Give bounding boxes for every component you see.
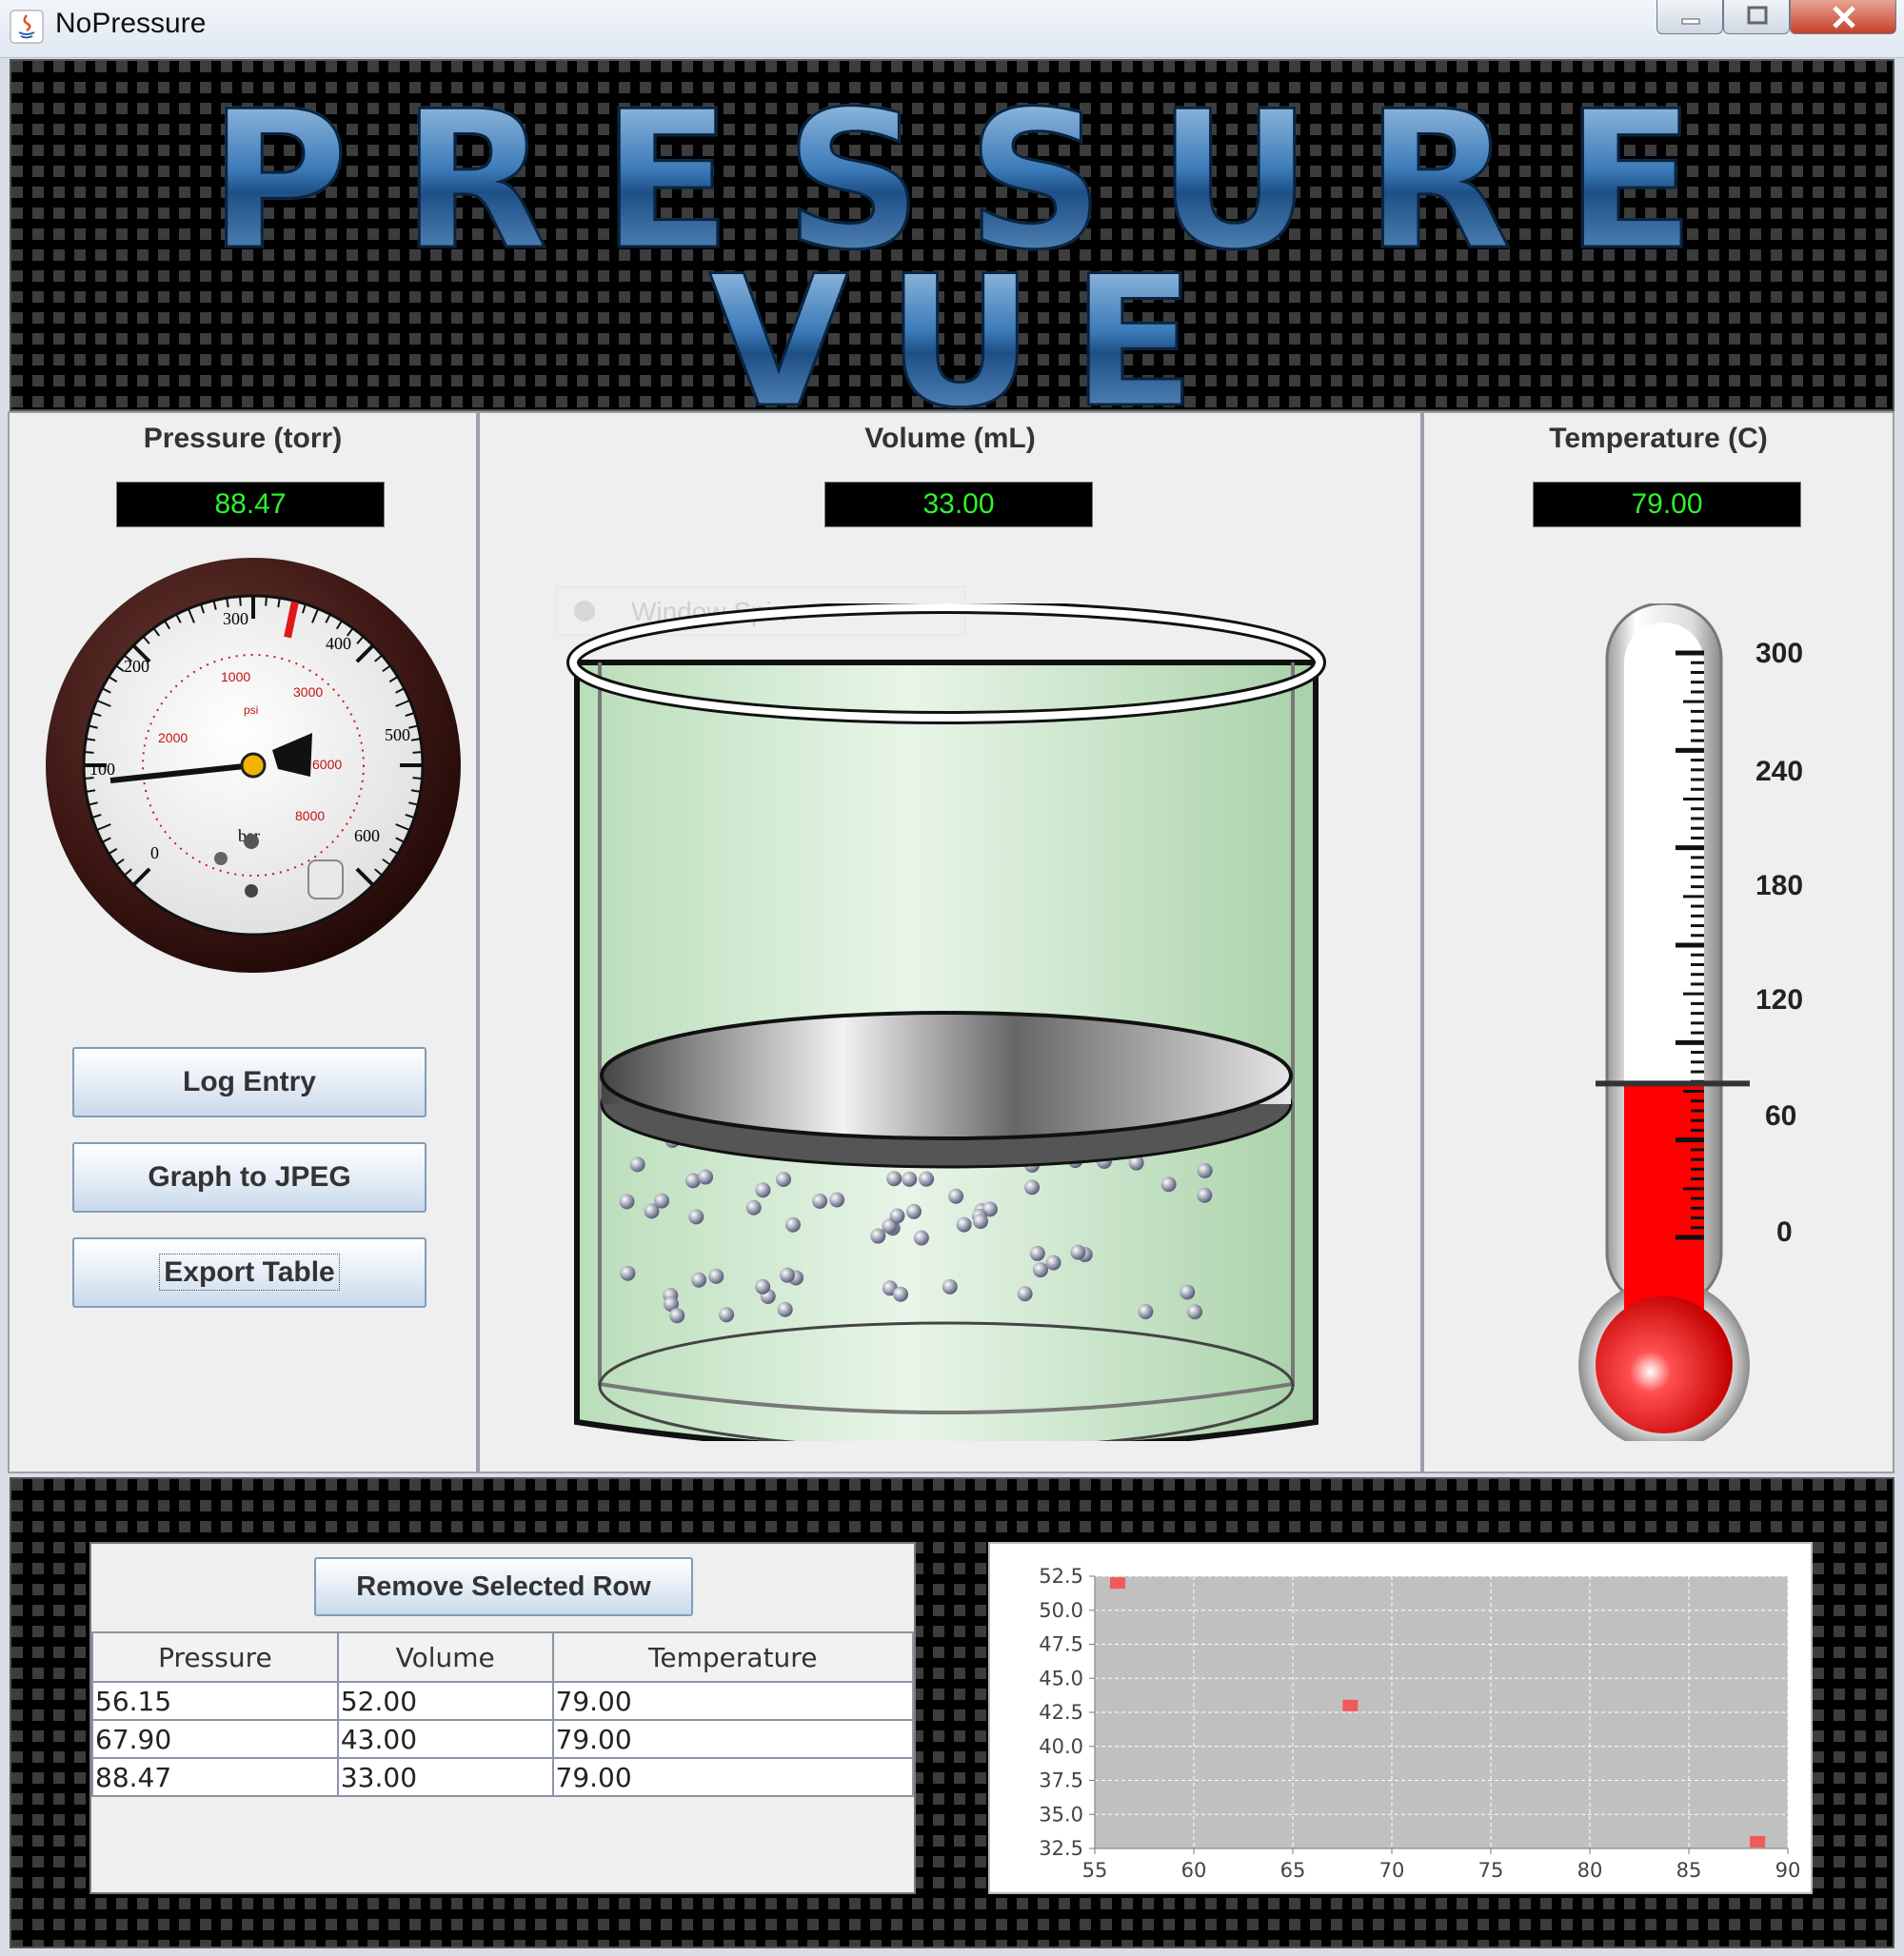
maximize-button[interactable] [1723, 0, 1790, 34]
volume-label: Volume (mL) [864, 423, 1036, 454]
header-banner: PRESSURE VUE [10, 59, 1894, 449]
data-point [1750, 1835, 1766, 1847]
x-tick-label: 85 [1676, 1859, 1702, 1882]
gauge-label-100: 100 [89, 760, 115, 779]
thermo-label-120: 120 [1755, 984, 1803, 1016]
thermo-label-60: 60 [1765, 1100, 1796, 1132]
gauge-label-500: 500 [385, 725, 410, 744]
x-tick-label: 75 [1478, 1859, 1504, 1882]
gauge-inner-1000: 1000 [221, 669, 250, 684]
thermometer-icon: 300 240 180 120 60 0 [1578, 603, 1803, 1441]
maximize-icon [1747, 6, 1768, 25]
pressure-panel: Pressure (torr) 88.47 0 100 200 300 400 … [8, 411, 478, 1473]
gauge-label-200: 200 [124, 657, 149, 676]
table-cell[interactable]: 79.00 [551, 1681, 914, 1721]
y-tick-label: 50.0 [1039, 1599, 1083, 1622]
table-row[interactable]: 67.90 43.00 79.00 [91, 1719, 914, 1759]
temperature-readout: 79.00 [1533, 482, 1801, 527]
gas-cylinder-icon [566, 603, 1326, 1441]
gauge-inner-3000: 3000 [293, 684, 323, 700]
x-tick-label: 60 [1181, 1859, 1207, 1882]
x-tick-label: 80 [1577, 1859, 1603, 1882]
gauge-inner-8000: 8000 [295, 808, 325, 823]
data-point [1109, 1577, 1125, 1590]
x-tick-label: 65 [1280, 1859, 1306, 1882]
gauge-inner-6000: 6000 [312, 757, 342, 772]
y-tick-label: 37.5 [1039, 1769, 1083, 1792]
close-button[interactable] [1790, 0, 1896, 34]
pressure-label: Pressure (torr) [143, 423, 343, 454]
y-tick-label: 40.0 [1039, 1735, 1083, 1758]
thermo-label-300: 300 [1755, 638, 1803, 669]
data-table-panel: Remove Selected Row Pressure Volume Temp… [89, 1542, 916, 1894]
x-tick-label: 70 [1379, 1859, 1405, 1882]
y-tick-label: 45.0 [1039, 1667, 1083, 1689]
temperature-label: Temperature (C) [1549, 423, 1768, 454]
pressure-readout: 88.47 [116, 482, 385, 527]
scatter-chart-panel: 55 60 65 70 75 80 85 90 52.5 50.0 47.5 45.0 42.5 40.0… [988, 1542, 1813, 1894]
thermo-label-180: 180 [1755, 870, 1803, 901]
minimize-button[interactable] [1656, 0, 1723, 34]
volume-readout: 33.00 [824, 482, 1093, 527]
table-row[interactable]: 88.47 33.00 79.00 [91, 1757, 914, 1797]
thermo-label-240: 240 [1755, 756, 1803, 787]
gauge-inner-2000: 2000 [158, 730, 188, 745]
gauge-label-0: 0 [150, 843, 159, 862]
window-title-bar[interactable]: NoPressure [0, 0, 1904, 58]
data-table[interactable]: Pressure Volume Temperature 56.15 52.00 … [91, 1631, 914, 1797]
pressure-gauge-icon: 0 100 200 300 400 500 600 1000 2000 3000… [46, 558, 461, 973]
column-header-volume[interactable]: Volume [336, 1631, 554, 1683]
column-header-temperature[interactable]: Temperature [551, 1631, 914, 1683]
gauge-label-600: 600 [354, 826, 380, 845]
gauge-label-400: 400 [326, 634, 351, 653]
close-icon [1833, 6, 1855, 29]
scatter-chart: 55 60 65 70 75 80 85 90 52.5 50.0 47.5 45.0 42.5 40.0… [1039, 1565, 1801, 1882]
volume-panel: Volume (mL) 33.00 Window Spin [478, 411, 1422, 1473]
table-cell[interactable]: 33.00 [336, 1757, 554, 1797]
java-icon [10, 10, 44, 44]
table-cell[interactable]: 67.90 [91, 1719, 339, 1759]
gauge-inner-unit: psi [244, 703, 258, 717]
remove-selected-row-button[interactable]: Remove Selected Row [314, 1557, 693, 1616]
y-tick-label: 47.5 [1039, 1633, 1083, 1656]
table-cell[interactable]: 88.47 [91, 1757, 339, 1797]
temperature-panel: Temperature (C) 79.00 300 240 180 120 60… [1422, 411, 1894, 1473]
graph-to-jpeg-button[interactable]: Graph to JPEG [72, 1142, 426, 1213]
thermo-label-0: 0 [1776, 1216, 1793, 1248]
table-cell[interactable]: 79.00 [551, 1757, 914, 1797]
table-cell[interactable]: 56.15 [91, 1681, 339, 1721]
gauge-label-300: 300 [223, 609, 248, 628]
y-tick-label: 42.5 [1039, 1701, 1083, 1724]
table-row[interactable]: 56.15 52.00 79.00 [91, 1681, 914, 1721]
table-cell[interactable]: 79.00 [551, 1719, 914, 1759]
column-header-pressure[interactable]: Pressure [91, 1631, 339, 1683]
x-tick-label: 90 [1775, 1859, 1801, 1882]
table-cell[interactable]: 43.00 [336, 1719, 554, 1759]
y-tick-label: 52.5 [1039, 1565, 1083, 1588]
y-tick-label: 35.0 [1039, 1803, 1083, 1826]
export-table-button[interactable]: Export Table [72, 1237, 426, 1308]
data-point [1342, 1699, 1359, 1711]
log-entry-button[interactable]: Log Entry [72, 1047, 426, 1117]
minimize-icon [1681, 18, 1700, 25]
x-tick-label: 55 [1082, 1859, 1108, 1882]
window-title: NoPressure [55, 8, 207, 39]
y-tick-label: 32.5 [1039, 1837, 1083, 1860]
table-cell[interactable]: 52.00 [336, 1681, 554, 1721]
export-table-label: Export Table [159, 1254, 340, 1291]
